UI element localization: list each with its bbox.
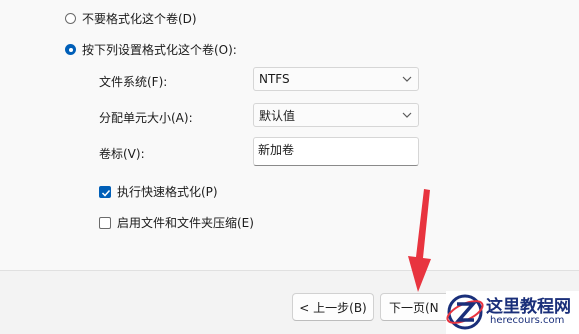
watermark-subtitle: herecours.com — [490, 315, 565, 326]
radio-no-format-circle[interactable] — [65, 13, 76, 24]
watermark: 这里教程网 herecours.com — [446, 291, 579, 334]
footer-divider — [0, 270, 579, 271]
radio-no-format[interactable]: 不要格式化这个卷(D) — [65, 10, 197, 27]
allocation-value: 默认值 — [259, 108, 296, 123]
filesystem-select[interactable]: NTFS — [253, 67, 419, 91]
next-button-label: 下一页(N — [389, 300, 439, 315]
watermark-title: 这里教程网 — [486, 297, 571, 317]
compression-checkbox[interactable] — [99, 216, 111, 229]
checkmark-icon — [101, 189, 111, 197]
back-button-label: < 上一步(B) — [299, 300, 367, 315]
radio-format[interactable]: 按下列设置格式化这个卷(O): — [65, 41, 237, 58]
filesystem-label: 文件系统(F): — [99, 75, 168, 89]
volume-label-value: 新加卷 — [258, 143, 295, 157]
radio-format-label: 按下列设置格式化这个卷(O): — [82, 43, 237, 57]
chevron-down-icon — [402, 76, 412, 82]
compression-label: 启用文件和文件夹压缩(E) — [117, 216, 254, 230]
compression-option[interactable]: 启用文件和文件夹压缩(E) — [99, 214, 254, 231]
quick-format-checkbox[interactable] — [99, 185, 111, 198]
radio-format-circle[interactable] — [65, 44, 76, 55]
volume-label-input[interactable]: 新加卷 — [253, 137, 419, 166]
back-button[interactable]: < 上一步(B) — [292, 293, 374, 321]
chevron-down-icon — [402, 112, 412, 118]
filesystem-value: NTFS — [259, 72, 290, 86]
watermark-logo-icon — [446, 294, 484, 330]
allocation-label: 分配单元大小(A): — [99, 111, 193, 125]
volume-label-label: 卷标(V): — [99, 147, 145, 161]
radio-no-format-label: 不要格式化这个卷(D) — [82, 12, 197, 26]
quick-format-label: 执行快速格式化(P) — [117, 185, 218, 199]
quick-format-option[interactable]: 执行快速格式化(P) — [99, 183, 218, 200]
allocation-select[interactable]: 默认值 — [253, 103, 419, 127]
